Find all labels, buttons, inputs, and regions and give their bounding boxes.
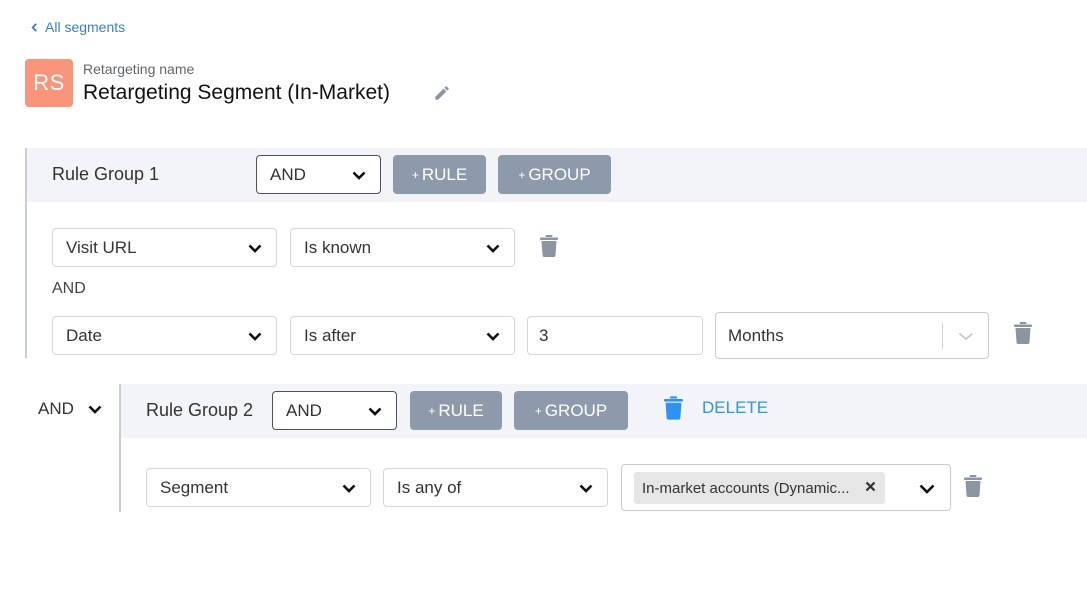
avatar: RS xyxy=(25,59,73,107)
rule-group-2-header: Rule Group 2 AND + RULE + GROUP xyxy=(121,384,1087,438)
plus-icon: + xyxy=(428,403,436,418)
chevron-down-icon xyxy=(88,405,102,414)
trash-icon[interactable] xyxy=(964,475,982,497)
value-text: 3 xyxy=(539,325,549,345)
pencil-icon[interactable] xyxy=(433,84,451,102)
add-rule-button[interactable]: + RULE xyxy=(393,155,486,194)
delete-group-label: DELETE xyxy=(702,398,769,417)
chip-label: In-market accounts (Dynamic... xyxy=(642,479,850,497)
field-value: Visit URL xyxy=(66,237,137,257)
rule-group-2-title: Rule Group 2 xyxy=(146,400,254,420)
operator-value: AND xyxy=(286,400,322,420)
field-value: Segment xyxy=(160,477,229,497)
rule-joiner-label: AND xyxy=(52,280,86,297)
condition-value: Is known xyxy=(304,237,372,257)
plus-icon: + xyxy=(534,403,542,418)
trash-icon[interactable] xyxy=(1014,322,1032,344)
rule-group-2-operator-select[interactable]: AND xyxy=(272,391,397,430)
rule-group-1-title: Rule Group 1 xyxy=(52,164,160,184)
segment-multi-select[interactable]: In-market accounts (Dynamic... xyxy=(621,464,951,511)
add-rule-button[interactable]: + RULE xyxy=(410,391,502,430)
chevron-left-icon xyxy=(31,22,37,32)
add-group-label: GROUP xyxy=(528,164,591,184)
chevron-down-icon xyxy=(342,484,356,493)
plus-icon: + xyxy=(411,167,419,182)
rule-group-1-operator-select[interactable]: AND xyxy=(256,155,381,194)
plus-icon: + xyxy=(518,167,526,182)
rule-unit-select[interactable]: Months xyxy=(715,312,989,359)
rule-condition-select[interactable]: Is known xyxy=(290,228,515,267)
rule-field-select[interactable]: Visit URL xyxy=(52,228,277,267)
add-group-label: GROUP xyxy=(544,400,608,420)
select-separator xyxy=(942,323,943,349)
delete-group-button[interactable]: DELETE xyxy=(664,396,768,420)
name-label: Retargeting name xyxy=(83,61,195,77)
chevron-down-icon xyxy=(352,171,366,180)
selected-segment-chip: In-market accounts (Dynamic... xyxy=(634,472,885,504)
trash-icon[interactable] xyxy=(540,235,558,257)
chevron-down-icon xyxy=(248,332,262,341)
chevron-down-icon xyxy=(919,484,935,494)
operator-value: AND xyxy=(270,164,306,184)
trash-icon xyxy=(664,396,683,420)
group-joiner-value: AND xyxy=(38,399,74,418)
field-value: Date xyxy=(66,325,102,345)
rule-condition-select[interactable]: Is after xyxy=(290,316,515,355)
group-joiner-select[interactable]: AND xyxy=(38,399,102,419)
add-rule-label: RULE xyxy=(438,400,484,420)
add-group-button[interactable]: + GROUP xyxy=(498,155,611,194)
back-to-all-segments-link[interactable]: All segments xyxy=(30,19,125,35)
rule-field-select[interactable]: Segment xyxy=(146,468,371,507)
close-icon[interactable] xyxy=(865,481,876,492)
rule-group-1-header: Rule Group 1 AND + RULE + GROUP xyxy=(27,148,1087,202)
add-rule-label: RULE xyxy=(421,164,468,184)
chevron-down-icon xyxy=(958,332,974,340)
segment-name: Retargeting Segment (In-Market) xyxy=(83,81,390,104)
chevron-down-icon xyxy=(486,244,500,253)
rule-group-1: Rule Group 1 AND + RULE + GROUP Visit URL … xyxy=(25,148,1087,359)
chevron-down-icon xyxy=(486,332,500,341)
rule-field-select[interactable]: Date xyxy=(52,316,277,355)
rule-value-input[interactable]: 3 xyxy=(527,316,703,355)
condition-value: Is after xyxy=(304,325,356,345)
chevron-down-icon xyxy=(248,244,262,253)
add-group-button[interactable]: + GROUP xyxy=(514,391,628,430)
unit-value: Months xyxy=(728,325,784,345)
back-link-label: All segments xyxy=(45,19,126,35)
rule-condition-select[interactable]: Is any of xyxy=(383,468,608,507)
chevron-down-icon xyxy=(579,484,593,493)
chevron-down-icon xyxy=(368,407,382,416)
condition-value: Is any of xyxy=(397,477,462,497)
